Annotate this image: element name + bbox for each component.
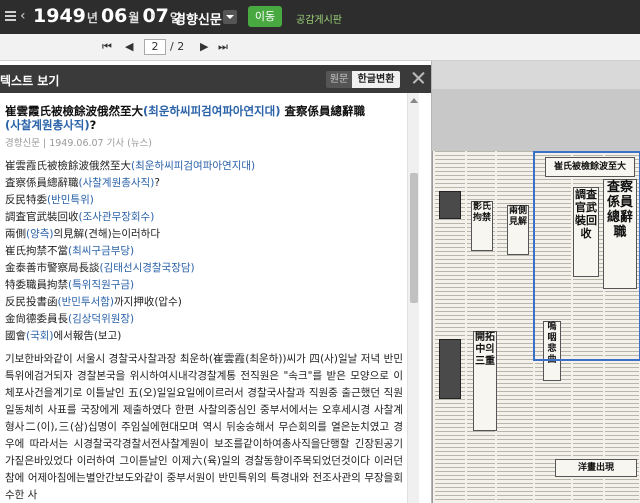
- page-navigation: ⏮ ◀ 2 / 2 ▶ ⏭: [0, 34, 640, 61]
- article-meta: 경향신문 | 1949.06.07 기사 (뉴스): [5, 138, 153, 149]
- headline-line: 金泰善市警察局長談(김태선시경찰국장담): [5, 260, 405, 277]
- prev-page-icon[interactable]: ◀: [125, 40, 133, 53]
- go-button[interactable]: 이동: [248, 6, 282, 27]
- close-icon[interactable]: [410, 69, 426, 87]
- title-end: ?: [89, 118, 97, 132]
- headline-line: 崔雲霞氏被檢餘波俄然至大(최운하씨피검여파아연지대): [5, 158, 405, 175]
- headline-reading: (국회): [26, 330, 54, 342]
- headline-reading: (반민특위): [47, 194, 94, 206]
- text-scrollbar[interactable]: [407, 93, 419, 503]
- newspaper-viewer[interactable]: 崔氏被檢餘波至大 査察係員總辭職 調査官武裝回收 兩側見解 影氏拘禁 嗚咽悲曲 …: [432, 89, 640, 503]
- date-selector[interactable]: 1949 년 06 월 07 일: [33, 5, 184, 27]
- headline-line: 國會(국회)에서報告(보고): [5, 328, 405, 345]
- headline-hanja: 崔氏拘禁不當: [5, 245, 68, 257]
- original-text-button[interactable]: 원문: [326, 71, 352, 88]
- next-date-icon[interactable]: ›: [150, 8, 156, 24]
- headline-hanja: 兩側: [5, 228, 26, 240]
- headline-line: 崔氏拘禁不當(최씨구금부당): [5, 243, 405, 260]
- headline-hanja: 國會: [5, 330, 26, 342]
- headline-tail: 에서報告(보고): [53, 330, 122, 342]
- menu-icon[interactable]: [5, 11, 16, 21]
- day-value[interactable]: 07: [142, 5, 168, 27]
- month-unit: 월: [128, 11, 140, 25]
- headline-reading: (최씨구금부당): [68, 245, 135, 257]
- headline-reading: (최운하씨피검여파아연지대): [131, 160, 256, 172]
- first-page-icon[interactable]: ⏮: [102, 40, 112, 54]
- headline-hanja: 調査官武裝回收: [5, 211, 79, 223]
- newspaper-page-image[interactable]: 崔氏被檢餘波至大 査察係員總辭職 調査官武裝回收 兩側見解 影氏拘禁 嗚咽悲曲 …: [432, 151, 640, 503]
- last-page-icon[interactable]: ⏭: [218, 40, 228, 54]
- scroll-up-icon[interactable]: [410, 98, 418, 103]
- current-page-input[interactable]: 2: [144, 39, 166, 55]
- headline-hanja: 金尙德委員長: [5, 313, 68, 325]
- scrollbar-thumb[interactable]: [410, 173, 418, 303]
- headline-line: 査察係員總辭職(사찰계원총사직)?: [5, 175, 405, 192]
- title-reading-2: (사찰계원총사직): [5, 118, 90, 132]
- headline-reading: (사찰계원총사직): [78, 177, 155, 189]
- headline-hanja: 金泰善市警察局長談: [5, 262, 100, 274]
- headline-line: 金尙德委員長(김상덕위원장): [5, 311, 405, 328]
- headline-reading: (특위직원구금): [68, 279, 135, 291]
- board-link[interactable]: 공감게시판: [296, 11, 342, 26]
- next-page-icon[interactable]: ▶: [200, 40, 208, 53]
- headline-list: 崔雲霞氏被檢餘波俄然至大(최운하씨피검여파아연지대) 査察係員總辭職(사찰계원총사…: [5, 158, 405, 345]
- top-toolbar: ‹ 1949 년 06 월 07 일 › 경향신문 이동 공감게시판: [0, 0, 640, 34]
- year-unit: 년: [86, 11, 98, 25]
- month-value[interactable]: 06: [101, 5, 127, 27]
- headline-hanja: 反民投書函: [5, 296, 58, 308]
- headline-line: 反民特委(반민특위): [5, 192, 405, 209]
- headline-tail: ?: [154, 177, 160, 189]
- headline-line: 調査官武裝回收(조사관무장회수): [5, 209, 405, 226]
- title-mid: 査察係員總辭職: [280, 104, 365, 118]
- headline-hanja: 反民特委: [5, 194, 47, 206]
- title-hanja: 崔雲霞氏被檢餘波俄然至大: [5, 104, 143, 118]
- headline-tail: 까지押收(압수): [114, 296, 182, 308]
- headline-line: 特委職員拘禁(특위직원구금): [5, 277, 405, 294]
- headline-line: 兩側(양측)의見解(견해)는이러하다: [5, 226, 405, 243]
- prev-date-icon[interactable]: ‹: [20, 8, 26, 24]
- text-view-panel: 텍스트 보기 원문 한글변환 崔雲霞氏被檢餘波俄然至大(최운하씨피검여파아연지대…: [0, 61, 432, 503]
- headline-line: 反民投書函(반민투서함)까지押收(압수): [5, 294, 405, 311]
- headline-reading: (조사관무장회수): [78, 211, 155, 223]
- headline-reading: (김상덕위원장): [68, 313, 135, 325]
- newspaper-name[interactable]: 경향신문: [174, 9, 222, 28]
- headline-tail: 의見解(견해)는이러하다: [53, 228, 160, 240]
- headline-hanja: 査察係員總辭職: [5, 177, 79, 189]
- headline-hanja: 特委職員拘禁: [5, 279, 68, 291]
- hangul-convert-button[interactable]: 한글변환: [352, 71, 400, 88]
- article-title: 崔雲霞氏被檢餘波俄然至大(최운하씨피검여파아연지대) 査察係員總辭職 (사찰계원총…: [5, 104, 405, 132]
- headline-reading: (김태선시경찰국장담): [99, 262, 195, 274]
- article-body: 기보한바와같이 서울시 경찰국사찰과장 최운하(崔雲霞(최운하))씨가 四(사)…: [5, 353, 403, 501]
- year-value[interactable]: 1949: [33, 5, 86, 27]
- panel-header: 텍스트 보기 원문 한글변환: [0, 65, 431, 93]
- total-pages: / 2: [170, 40, 185, 53]
- headline-reading: (반민투서함): [57, 296, 115, 308]
- panel-title: 텍스트 보기: [0, 74, 60, 88]
- headline-hanja: 崔雲霞氏被檢餘波俄然至大: [5, 160, 131, 172]
- title-reading: (최운하씨피검여파아연지대): [143, 104, 281, 118]
- newspaper-dropdown-icon[interactable]: [223, 10, 237, 24]
- headline-reading: (양측): [26, 228, 54, 240]
